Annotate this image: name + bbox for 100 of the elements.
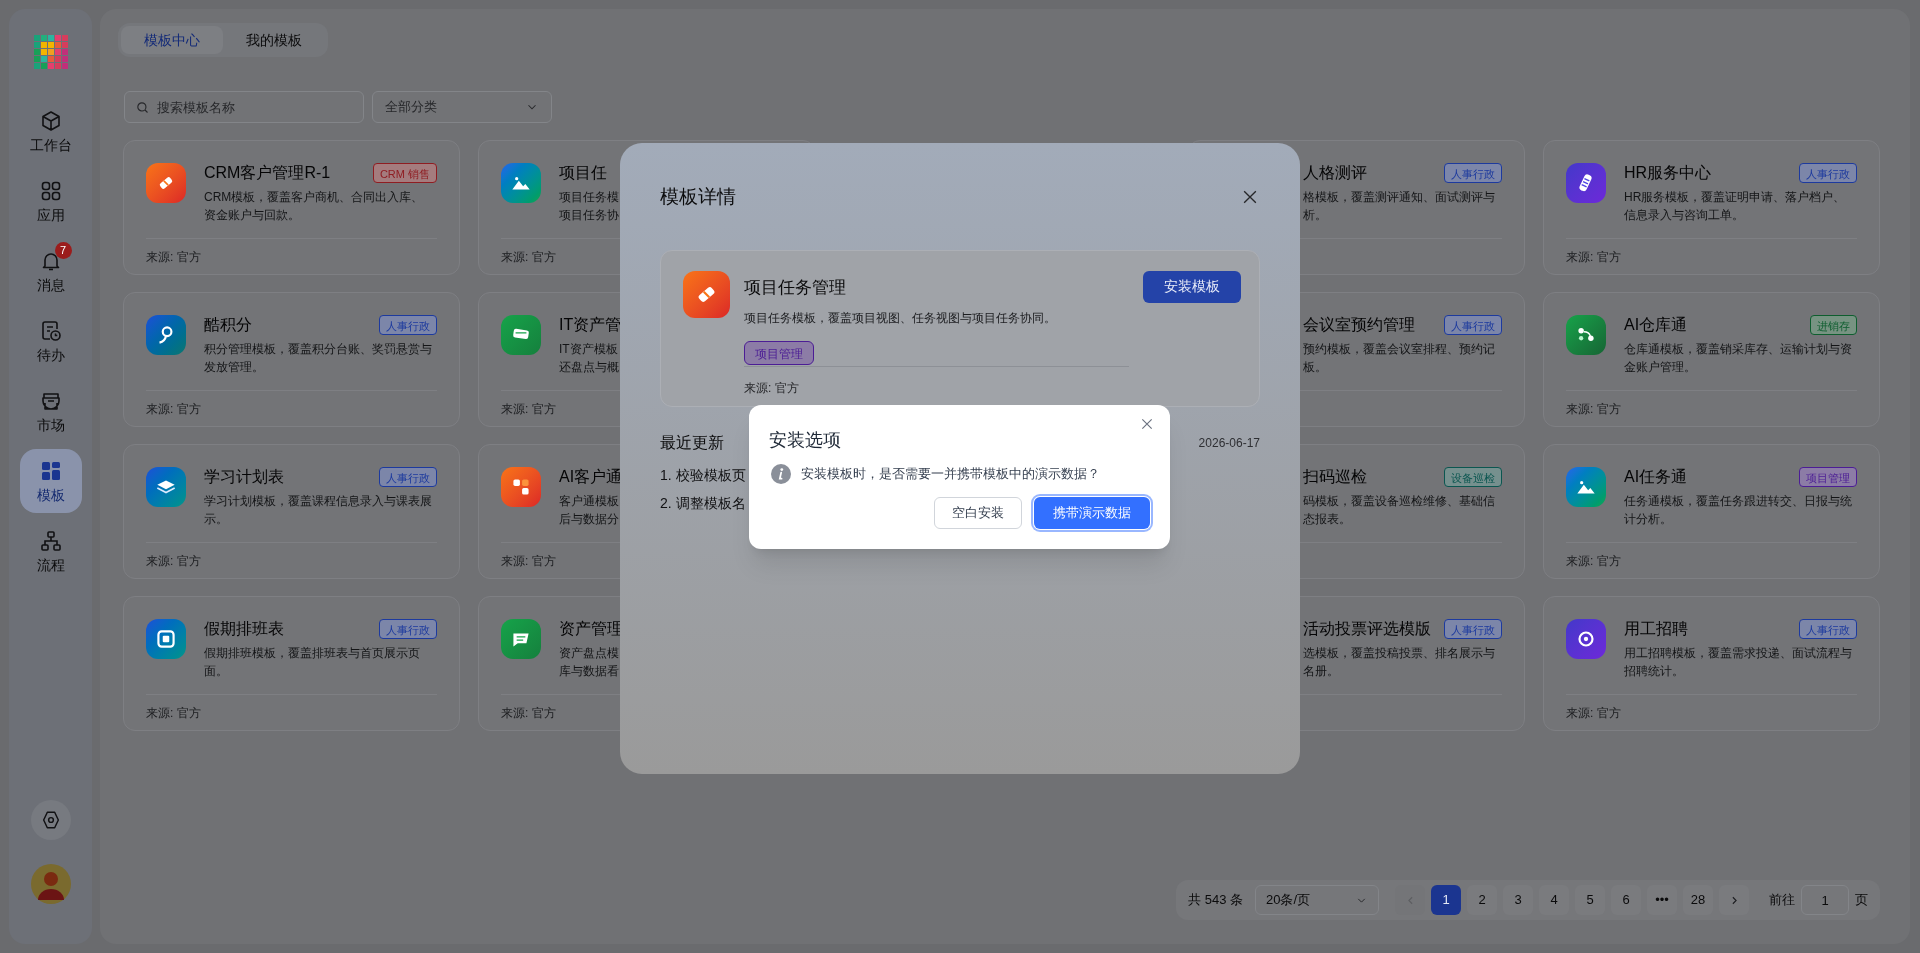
card-title: HR服务中心 bbox=[1624, 163, 1712, 183]
total-count: 共 543 条 bbox=[1188, 891, 1243, 910]
card-description: 板。 bbox=[1303, 359, 1327, 376]
card-description: 库与数据看 bbox=[559, 663, 619, 680]
card-title: 扫码巡检 bbox=[1303, 467, 1367, 487]
search-field[interactable]: 搜索模板名称 bbox=[124, 91, 364, 123]
template-card[interactable]: AI任务通 项目管理 任务通模板，覆盖任务跟进转交、日报与统计分析。 来源: 官方 bbox=[1543, 444, 1880, 579]
section-heading: 最近更新 bbox=[660, 432, 724, 453]
page-button[interactable]: 5 bbox=[1575, 885, 1605, 915]
page-button[interactable]: 6 bbox=[1611, 885, 1641, 915]
close-button[interactable] bbox=[1140, 417, 1154, 431]
page-button[interactable]: 2 bbox=[1467, 885, 1497, 915]
template-card[interactable]: 学习计划表 人事行政 学习计划模板，覆盖课程信息录入与课表展示。 来源: 官方 bbox=[123, 444, 460, 579]
chat-icon bbox=[501, 619, 541, 659]
layers-icon bbox=[146, 467, 186, 507]
card-description: 态报表。 bbox=[1303, 511, 1351, 528]
nav-item[interactable]: 流程 bbox=[19, 519, 82, 583]
app-logo bbox=[33, 35, 68, 69]
card-description: 项目任务协 bbox=[559, 207, 619, 224]
card-source: 来源: 官方 bbox=[146, 704, 201, 722]
card-source: 来源: 官方 bbox=[146, 400, 201, 418]
info-icon bbox=[771, 464, 791, 484]
card-description: 还盘点与概 bbox=[559, 359, 619, 376]
card-description: HR服务模板，覆盖证明申请、落户档户、信息录入与咨询工单。 bbox=[1624, 189, 1847, 224]
category-tag: 人事行政 bbox=[379, 467, 437, 487]
eraser-icon bbox=[683, 270, 730, 318]
nav-item[interactable]: 工作台 bbox=[19, 99, 82, 163]
card-source: 来源: 官方 bbox=[146, 248, 201, 266]
template-card[interactable]: 酷积分 人事行政 积分管理模板，覆盖积分台账、奖罚悬赏与发放管理。 来源: 官方 bbox=[123, 292, 460, 427]
mountain-icon bbox=[501, 163, 541, 203]
page-button[interactable]: 3 bbox=[1503, 885, 1533, 915]
category-tag: 设备巡检 bbox=[1444, 467, 1502, 487]
template-card[interactable]: AI仓库通 进销存 仓库通模板，覆盖销采库存、运输计划与资金账户管理。 来源: 官方 bbox=[1543, 292, 1880, 427]
card-description: 用工招聘模板，覆盖需求投递、面试流程与招聘统计。 bbox=[1624, 645, 1853, 680]
card-title: IT资产管 bbox=[559, 315, 622, 335]
update-item: 2. 调整模板名 bbox=[660, 493, 746, 513]
dialog-title: 安装选项 bbox=[769, 429, 841, 452]
card-description: 析。 bbox=[1303, 207, 1327, 224]
template-card[interactable]: 用工招聘 人事行政 用工招聘模板，覆盖需求投递、面试流程与招聘统计。 来源: 官方 bbox=[1543, 596, 1880, 731]
card-description: 仓库通模板，覆盖销采库存、运输计划与资金账户管理。 bbox=[1624, 341, 1853, 376]
page-button[interactable]: 1 bbox=[1431, 885, 1461, 915]
card-title: 假期排班表 bbox=[204, 619, 284, 639]
dialog-message: 安装模板时，是否需要一并携带模板中的演示数据？ bbox=[801, 465, 1100, 484]
dots-icon bbox=[1566, 315, 1606, 355]
card-description: 名册。 bbox=[1303, 663, 1339, 680]
install-template-button[interactable]: 安装模板 bbox=[1143, 270, 1241, 303]
page-button[interactable]: 4 bbox=[1539, 885, 1569, 915]
cancel-button[interactable]: 空白安装 bbox=[934, 497, 1022, 529]
card-source: 来源: 官方 bbox=[1566, 400, 1621, 418]
card-title: CRM客户管理R-1 bbox=[204, 163, 331, 183]
nav-item[interactable]: 市场 bbox=[19, 379, 82, 443]
card-source: 来源: 官方 bbox=[501, 704, 556, 722]
card-description: 项目任务模 bbox=[559, 189, 619, 206]
category-tag: 人事行政 bbox=[379, 619, 437, 639]
settings-button[interactable] bbox=[30, 800, 71, 840]
category-select[interactable]: 全部分类 bbox=[372, 91, 552, 123]
modal-title: 模板详情 bbox=[660, 185, 736, 209]
confirm-button[interactable]: 携带演示数据 bbox=[1034, 497, 1150, 529]
template-name: 项目任务管理 bbox=[744, 276, 847, 299]
page-button[interactable]: ••• bbox=[1647, 885, 1677, 915]
target-icon bbox=[1566, 619, 1606, 659]
category-tag: 进销存 bbox=[1810, 315, 1857, 335]
badge-card-icon bbox=[1566, 163, 1606, 203]
category-tag: 项目管理 bbox=[1799, 467, 1857, 487]
nav-item[interactable]: 消息 7 bbox=[19, 239, 82, 303]
page-button[interactable]: 28 bbox=[1683, 885, 1713, 915]
template-source: 来源: 官方 bbox=[744, 380, 800, 397]
eraser-icon bbox=[146, 163, 186, 203]
template-card[interactable]: CRM客户管理R-1 CRM 销售 CRM模板，覆盖客户商机、合同出入库、资金账户与回款。 来源: 官方 bbox=[123, 140, 460, 275]
card-description: 格模板，覆盖测评通知、面试测评与 bbox=[1303, 189, 1495, 206]
page-size-select[interactable]: 20条/页 bbox=[1255, 885, 1379, 915]
category-tag: 项目管理 bbox=[744, 341, 814, 365]
card-description: 选模板，覆盖投稿投票、排名展示与 bbox=[1303, 645, 1495, 662]
card-description: 任务通模板，覆盖任务跟进转交、日报与统计分析。 bbox=[1624, 493, 1853, 528]
goto-page-field[interactable]: 1 bbox=[1801, 885, 1849, 915]
template-card[interactable]: 假期排班表 人事行政 假期排班模板，覆盖排班表与首页展示页面。 来源: 官方 bbox=[123, 596, 460, 731]
card-title: 项目任 bbox=[559, 163, 607, 183]
card-icon bbox=[501, 315, 541, 355]
template-card[interactable]: HR服务中心 人事行政 HR服务模板，覆盖证明申请、落户档户、信息录入与咨询工单。 来源: 官方 bbox=[1543, 140, 1880, 275]
tab[interactable]: 我的模板 bbox=[223, 26, 325, 54]
card-title: 用工招聘 bbox=[1624, 619, 1688, 639]
card-source: 来源: 官方 bbox=[1566, 704, 1621, 722]
card-source: 来源: 官方 bbox=[1566, 248, 1621, 266]
page-unit: 页 bbox=[1855, 891, 1868, 910]
category-tag: 人事行政 bbox=[1799, 163, 1857, 183]
card-description: 后与数据分 bbox=[559, 511, 619, 528]
mountain-icon bbox=[1566, 467, 1606, 507]
user-avatar[interactable] bbox=[30, 864, 71, 904]
nav-item[interactable]: 待办 bbox=[19, 309, 82, 373]
card-title: AI任务通 bbox=[1624, 467, 1688, 487]
squares-icon bbox=[501, 467, 541, 507]
tab[interactable]: 模板中心 bbox=[121, 26, 223, 54]
card-title: AI仓库通 bbox=[1624, 315, 1688, 335]
card-title: AI客户通 bbox=[559, 467, 623, 487]
template-description: 项目任务模板，覆盖项目视图、任务视图与项目任务协同。 bbox=[744, 310, 1057, 327]
nav-item[interactable]: 模板 bbox=[19, 449, 82, 513]
notification-badge: 7 bbox=[54, 242, 72, 259]
card-title: 人格测评 bbox=[1303, 163, 1367, 183]
nav-item[interactable]: 应用 bbox=[19, 169, 82, 233]
card-title: 活动投票评选模版 bbox=[1303, 619, 1431, 639]
